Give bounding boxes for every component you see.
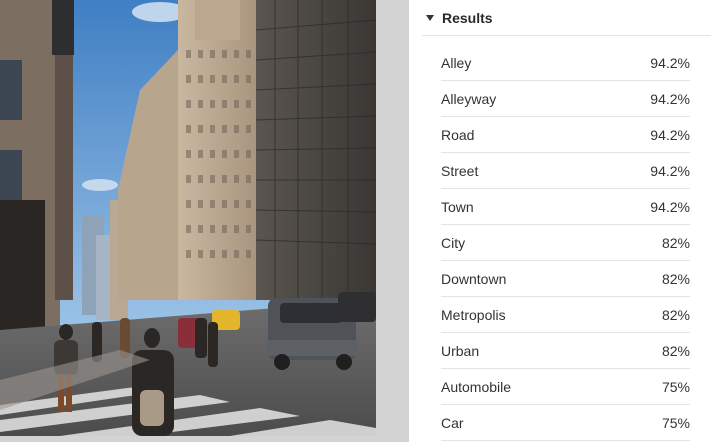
result-label: Alleyway: [441, 90, 497, 107]
result-row: Downtown 82%: [441, 261, 690, 297]
result-label: Car: [441, 414, 464, 431]
result-label: City: [441, 234, 466, 251]
result-row: Metropolis 82%: [441, 297, 690, 333]
photo-frame-bottom: [0, 436, 376, 442]
result-label: Town: [441, 198, 474, 215]
result-row: Town 94.2%: [441, 189, 690, 225]
result-row: City 82%: [441, 225, 690, 261]
result-label: Road: [441, 126, 475, 143]
results-title: Results: [442, 9, 493, 26]
street-scene-image: [0, 0, 376, 436]
result-confidence: 94.2%: [650, 198, 690, 215]
result-label: Street: [441, 162, 479, 179]
result-label: Urban: [441, 342, 480, 359]
result-label: Downtown: [441, 270, 507, 287]
result-confidence: 75%: [661, 414, 690, 431]
panel-gutter: [376, 0, 409, 442]
result-label: Automobile: [441, 378, 512, 395]
result-confidence: 82%: [661, 234, 690, 251]
results-list: Alley 94.2% Alleyway 94.2% Road 94.2% St…: [441, 45, 690, 441]
result-confidence: 94.2%: [650, 126, 690, 143]
result-confidence: 94.2%: [650, 162, 690, 179]
result-confidence: 94.2%: [650, 54, 690, 71]
result-confidence: 94.2%: [650, 90, 690, 107]
result-row: Road 94.2%: [441, 117, 690, 153]
result-confidence: 75%: [661, 378, 690, 395]
result-confidence: 82%: [661, 306, 690, 323]
result-label: Metropolis: [441, 306, 506, 323]
results-header[interactable]: Results: [422, 0, 711, 36]
result-confidence: 82%: [661, 342, 690, 359]
result-confidence: 82%: [661, 270, 690, 287]
result-row: Alley 94.2%: [441, 45, 690, 81]
analyzed-photo: [0, 0, 376, 436]
result-row: Automobile 75%: [441, 369, 690, 405]
result-row: Car 75%: [441, 405, 690, 441]
results-panel: Results Alley 94.2% Alleyway 94.2% Road …: [409, 0, 724, 442]
caret-down-icon[interactable]: [426, 14, 434, 21]
result-label: Alley: [441, 54, 472, 71]
result-row: Urban 82%: [441, 333, 690, 369]
result-row: Street 94.2%: [441, 153, 690, 189]
result-row: Alleyway 94.2%: [441, 81, 690, 117]
